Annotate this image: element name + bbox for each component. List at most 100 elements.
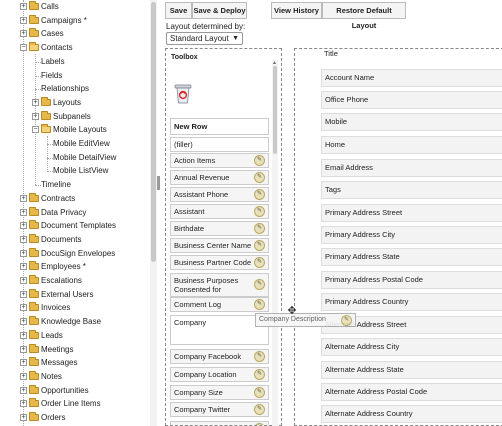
edit-icon[interactable]: ✎ <box>254 257 265 268</box>
tree-item[interactable]: + Opportunities <box>0 384 150 398</box>
edit-icon[interactable]: ✎ <box>254 279 265 290</box>
recycle-bin-icon[interactable] <box>173 81 193 105</box>
expand-icon[interactable]: + <box>20 235 27 243</box>
edit-icon[interactable]: ✎ <box>254 299 265 310</box>
tree-item[interactable]: + Layouts <box>0 96 150 110</box>
tree-item[interactable]: + Knowledge Base <box>0 315 150 329</box>
layout-field[interactable]: Primary Address State <box>321 248 502 266</box>
tree-item[interactable]: + Employees * <box>0 260 150 274</box>
toolbox-filler[interactable]: (filler) <box>170 137 269 152</box>
tree-item[interactable]: Fields <box>0 69 150 83</box>
edit-icon[interactable]: ✎ <box>254 155 265 166</box>
edit-icon[interactable]: ✎ <box>254 189 265 200</box>
dragging-field[interactable]: Company Description ✎ <box>255 313 356 327</box>
tree-item[interactable]: + Escalations <box>0 274 150 288</box>
tree-item[interactable]: Mobile ListView <box>0 164 150 178</box>
toolbox-field-item[interactable]: Company Size ✎ <box>170 385 269 400</box>
collapse-icon[interactable]: − <box>20 44 27 52</box>
toolbox-field-item[interactable]: Business Purposes Consented for ✎ <box>170 273 269 297</box>
layout-field[interactable]: Alternate Address Postal Code <box>321 383 502 401</box>
expand-icon[interactable]: + <box>32 112 39 120</box>
toolbox-field-item[interactable]: Company Facebook ✎ <box>170 349 269 364</box>
expand-icon[interactable]: + <box>20 249 27 257</box>
layout-field[interactable]: Primary Address Street <box>321 204 502 222</box>
expand-icon[interactable]: + <box>32 98 39 106</box>
expand-icon[interactable]: + <box>20 414 27 421</box>
edit-icon[interactable]: ✎ <box>254 404 265 415</box>
toolbox-field-item[interactable]: Company Website✎ <box>170 421 269 425</box>
save-button[interactable]: Save <box>165 2 192 19</box>
edit-icon[interactable]: ✎ <box>254 223 265 234</box>
expand-icon[interactable]: + <box>20 208 27 216</box>
edit-icon[interactable]: ✎ <box>254 369 265 380</box>
expand-icon[interactable]: + <box>20 290 27 298</box>
pane-splitter-handle[interactable] <box>157 176 160 190</box>
toolbox-field-item[interactable]: Assistant ✎ <box>170 204 269 219</box>
view-history-button[interactable]: View History <box>271 2 322 19</box>
tree-item[interactable]: Labels <box>0 55 150 69</box>
layout-field[interactable]: Title <box>321 49 502 61</box>
tree-item[interactable]: Timeline <box>0 178 150 192</box>
tree-item[interactable]: + External Users <box>0 288 150 302</box>
tree-item[interactable]: + Calls <box>0 0 150 14</box>
expand-icon[interactable]: + <box>20 3 27 10</box>
scroll-up-arrow-icon[interactable]: ▲ <box>272 60 277 66</box>
expand-icon[interactable]: + <box>20 194 27 202</box>
tree-item[interactable]: + Leads <box>0 329 150 343</box>
collapse-icon[interactable]: − <box>32 126 39 134</box>
expand-icon[interactable]: + <box>20 30 27 38</box>
toolbox-field-item[interactable]: Annual Revenue ✎ <box>170 170 269 185</box>
tree-item[interactable]: + Order Line Items <box>0 397 150 411</box>
toolbox-field-item[interactable]: Company Location ✎ <box>170 367 269 382</box>
layout-select[interactable]: Standard Layout ▼ <box>166 32 243 45</box>
tree-scrollbar-thumb[interactable] <box>151 2 156 262</box>
tree-item[interactable]: − Mobile Layouts <box>0 123 150 137</box>
tree-item[interactable]: + Documents <box>0 233 150 247</box>
expand-icon[interactable]: + <box>20 16 27 24</box>
toolbox-field-item[interactable]: Business Partner Code ✎ <box>170 255 269 270</box>
expand-icon[interactable]: + <box>20 386 27 394</box>
edit-icon[interactable]: ✎ <box>254 240 265 251</box>
layout-field[interactable]: Alternate Address State <box>321 361 502 379</box>
toolbox-field-item[interactable]: Action Items ✎ <box>170 153 269 168</box>
layout-field[interactable]: Account Name <box>321 69 502 87</box>
edit-icon[interactable]: ✎ <box>254 206 265 217</box>
tree-item[interactable]: + Document Templates <box>0 219 150 233</box>
toolbox-field-item[interactable]: Assistant Phone ✎ <box>170 187 269 202</box>
tree-item[interactable]: − Contacts <box>0 41 150 55</box>
expand-icon[interactable]: + <box>20 263 27 271</box>
layout-field[interactable]: Primary Address Country <box>321 293 502 311</box>
layout-field[interactable]: Primary Address City <box>321 226 502 244</box>
toolbox-scrollbar-thumb[interactable] <box>273 66 277 154</box>
expand-icon[interactable]: + <box>20 345 27 353</box>
layout-field[interactable]: Home <box>321 136 502 154</box>
toolbox-field-item[interactable]: Birthdate ✎ <box>170 221 269 236</box>
toolbox-field-item[interactable]: Business Center Name ✎ <box>170 238 269 253</box>
tree-item[interactable]: Mobile DetailView <box>0 151 150 165</box>
expand-icon[interactable]: + <box>20 400 27 408</box>
tree-item[interactable]: Relationships <box>0 82 150 96</box>
restore-default-layout-button[interactable]: Restore Default Layout <box>322 2 406 30</box>
edit-icon[interactable]: ✎ <box>254 387 265 398</box>
tree-item[interactable]: + Meetings <box>0 343 150 357</box>
expand-icon[interactable]: + <box>20 277 27 284</box>
tree-item[interactable]: + Invoices <box>0 301 150 315</box>
layout-field[interactable]: Primary Address Postal Code <box>321 271 502 289</box>
tree-item[interactable]: + DocuSign Envelopes <box>0 247 150 261</box>
toolbox-field-item[interactable]: Comment Log ✎ <box>170 297 269 312</box>
edit-icon[interactable]: ✎ <box>254 172 265 183</box>
layout-field[interactable]: Tags <box>321 181 502 199</box>
tree-item[interactable]: + Subpanels <box>0 110 150 124</box>
expand-icon[interactable]: + <box>20 359 27 367</box>
layout-field[interactable]: Alternate Address City <box>321 338 502 356</box>
expand-icon[interactable]: + <box>20 304 27 312</box>
tree-item[interactable]: Mobile EditView <box>0 137 150 151</box>
edit-icon[interactable]: ✎ <box>254 351 265 362</box>
expand-icon[interactable]: + <box>20 372 27 380</box>
tree-item[interactable]: + Contracts <box>0 192 150 206</box>
expand-icon[interactable]: + <box>20 318 27 326</box>
toolbox-new-row[interactable]: New Row <box>170 118 269 135</box>
tree-item[interactable]: + Orders <box>0 411 150 425</box>
layout-field[interactable]: Alternate Address Country <box>321 405 502 423</box>
tree-item[interactable]: + Campaigns * <box>0 14 150 28</box>
